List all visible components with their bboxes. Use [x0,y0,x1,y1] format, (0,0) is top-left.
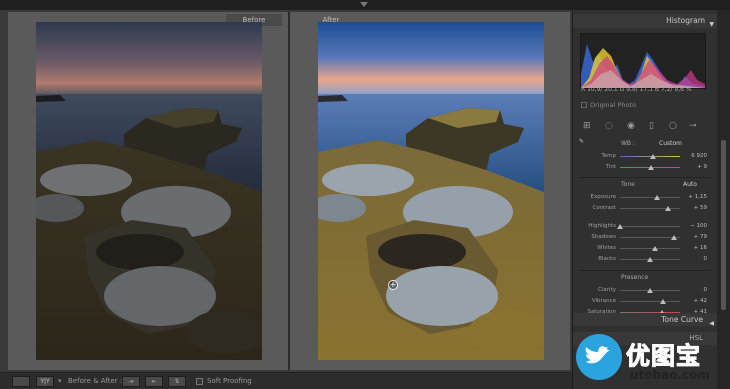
watermark-logo: 优图宝 utobao.com [576,332,730,389]
tint-slider[interactable]: Tint + 9 [573,163,717,172]
shadows-label: Shadows [591,234,616,240]
top-panel-collapse-strip[interactable] [0,0,730,10]
tint-value[interactable]: + 9 [697,164,707,170]
develop-tool-strip: ⊞ ◌ ◉ ▯ ○ ⊸ [581,118,709,134]
tint-knob[interactable] [648,165,655,170]
after-pane: After + [290,12,570,370]
before-pane: Before [8,12,288,370]
grid-icon[interactable]: ⊞ [583,121,591,131]
zoom-cursor-icon: + [388,280,398,290]
temp-label: Temp [601,153,616,159]
wb-preset-select[interactable]: Custom [659,140,682,147]
expand-tone-curve-icon[interactable]: ◀ [709,317,714,330]
clarity-knob[interactable] [647,288,653,293]
bird-logo-icon [576,334,622,380]
contrast-knob[interactable] [665,206,671,211]
highlights-knob[interactable] [617,224,623,229]
presence-title: Presence [621,274,649,281]
shadows-value[interactable]: + 79 [694,234,707,240]
contrast-label: Contrast [592,205,616,211]
highlights-label: Highlights [588,223,616,229]
clarity-value[interactable]: 0 [704,287,708,293]
collapse-top-panel-icon[interactable] [360,2,368,7]
temp-value[interactable]: 6 920 [691,153,707,159]
adjustment-brush-icon[interactable]: ⊸ [689,121,697,131]
tone-title: Tone [621,181,635,188]
contrast-slider[interactable]: Contrast + 59 [573,204,717,213]
wb-label: WB : [621,140,635,147]
vibrance-value[interactable]: + 42 [694,298,707,304]
before-after-canvas: Before After + [8,12,570,370]
before-after-yy-button[interactable]: Y|Y [36,376,54,387]
whites-value[interactable]: + 16 [694,245,707,251]
wb-eyedropper-icon[interactable]: ✎ [579,138,584,145]
lightroom-develop-window: Before After + Y|Y ▾ Before & After: ⇥ … [0,0,730,389]
tone-auto-button[interactable]: Auto [683,181,697,188]
highlights-value[interactable]: − 100 [690,223,707,229]
vibrance-knob[interactable] [659,299,666,304]
vibrance-label: Vibrance [591,298,616,304]
contrast-value[interactable]: + 59 [694,205,707,211]
temp-slider[interactable]: Temp 6 920 [573,152,717,161]
clarity-slider[interactable]: Clarity 0 [573,286,717,295]
whites-slider[interactable]: Whites + 16 [573,244,717,253]
exposure-value[interactable]: + 1,15 [688,194,707,200]
blacks-knob[interactable] [647,257,653,262]
crop-overlay-icon[interactable]: ◌ [605,121,613,131]
histogram-title: Histogram [666,16,705,25]
histogram-rgb-readout: R 10,9/ 20,1 G 9,9/ 17,1 B 7,2/ 9,6 % [581,86,692,93]
original-photo-toggle[interactable]: Original Photo [581,101,636,109]
tint-label: Tint [605,164,616,170]
red-eye-icon[interactable]: ▯ [649,121,654,131]
shadows-slider[interactable]: Shadows + 79 [573,233,717,242]
vibrance-slider[interactable]: Vibrance + 42 [573,297,717,306]
highlights-slider[interactable]: Highlights − 100 [573,222,717,231]
spot-removal-icon[interactable]: ◉ [627,121,635,131]
shadows-knob[interactable] [671,235,677,240]
panel-scroll-thumb[interactable] [721,140,726,310]
graduated-filter-icon[interactable]: ○ [669,121,677,131]
histogram[interactable] [580,33,706,89]
exposure-slider[interactable]: Exposure + 1,15 [573,193,717,202]
blacks-slider[interactable]: Blacks 0 [573,255,717,264]
loupe-view-icon[interactable] [12,376,30,387]
copy-before-to-after-icon[interactable]: ⇥ [122,376,140,387]
temp-knob[interactable] [650,154,656,159]
after-photo[interactable]: + [318,22,544,360]
soft-proofing-checkbox[interactable] [196,378,203,385]
whites-knob[interactable] [651,246,658,251]
clarity-label: Clarity [598,287,616,293]
blacks-label: Blacks [598,256,616,262]
before-photo[interactable] [36,22,262,360]
bottom-toolbar: Y|Y ▾ Before & After : ⇥ ⇤ ⇅ Soft Proofi… [0,372,572,389]
exposure-knob[interactable] [654,195,661,200]
watermark-url: utobao.com [630,368,710,382]
exposure-label: Exposure [590,194,616,200]
tone-curve-title: Tone Curve [661,315,703,324]
soft-proofing-label: Soft Proofing [207,377,252,385]
whites-label: Whites [597,245,616,251]
original-photo-label: Original Photo [590,101,637,109]
original-photo-checkbox[interactable] [581,102,587,108]
tone-curve-header[interactable]: Tone Curve ◀ [573,313,717,327]
blacks-value[interactable]: 0 [704,256,708,262]
presence-divider [579,270,711,271]
collapse-histogram-icon[interactable]: ▼ [709,18,714,32]
yy-dropdown-icon[interactable]: ▾ [58,376,62,387]
before-after-label: Before & After : [68,377,123,385]
copy-after-to-before-icon[interactable]: ⇤ [145,376,163,387]
swap-icon[interactable]: ⇅ [168,376,186,387]
histogram-header[interactable]: Histogram ▼ [573,14,717,28]
tone-divider [579,177,711,178]
watermark-text: 优图宝 [626,342,701,371]
